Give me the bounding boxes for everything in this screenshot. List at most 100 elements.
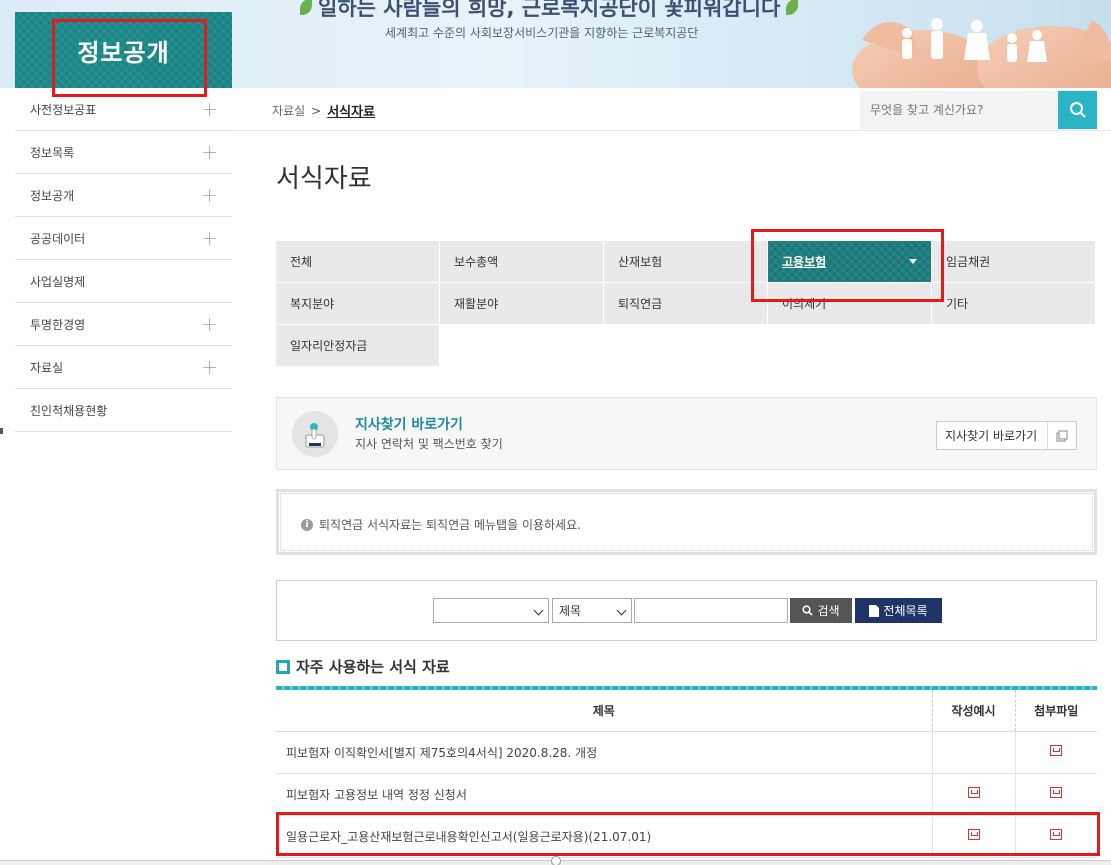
tab-all[interactable]: 전체	[276, 241, 440, 283]
keyword-input[interactable]	[634, 598, 788, 623]
branch-finder-icon	[292, 411, 338, 457]
site-search-input[interactable]	[860, 91, 1058, 129]
plus-icon[interactable]: +	[201, 228, 218, 248]
section-logo[interactable]: 정보공개	[15, 12, 232, 88]
slogan-text: 일하는 사람들의 희망, 근로복지공단이 꽃피워갑니다	[318, 0, 781, 20]
table-row: 피보험자 고용정보 내역 정정 신청서	[276, 773, 1097, 816]
sidebar-item-label: 사전정보공표	[30, 102, 97, 117]
square-bullet-icon	[276, 659, 290, 674]
notice-box: i 퇴직연금 서식자료는 퇴직연금 메뉴탭을 이용하세요.	[276, 489, 1097, 555]
attachment-cell	[1014, 731, 1097, 774]
sidebar-item-project-real-name[interactable]: 사업실명제	[15, 260, 232, 303]
plus-icon[interactable]: +	[201, 357, 218, 377]
chevron-down-icon	[533, 605, 544, 616]
breadcrumb-current[interactable]: 서식자료	[327, 101, 375, 120]
form-search-panel: 제목 검색 전체목록	[276, 580, 1097, 641]
sidebar-item-label: 투명한경영	[30, 317, 86, 332]
sidebar-item-label: 정보목록	[30, 145, 75, 160]
breadcrumb-separator: >	[311, 103, 322, 118]
branch-finder-box: 지사찾기 바로가기 지사 연락처 및 팩스번호 찾기 지사찾기 바로가기	[276, 397, 1097, 470]
example-cell	[931, 815, 1015, 858]
breadcrumb: 자료실 > 서식자료	[272, 101, 375, 121]
attachment-cell	[1014, 815, 1097, 858]
sidebar-item-label: 공공데이터	[30, 231, 86, 246]
info-icon: i	[301, 518, 313, 531]
site-header: 일하는 사람들의 희망, 근로복지공단이 꽃피워갑니다 세계최고 수준의 사회보…	[0, 0, 1111, 88]
tab-etc[interactable]: 기타	[932, 283, 1096, 325]
sidebar-item-label: 자료실	[30, 360, 64, 375]
full-list-button[interactable]: 전체목록	[855, 598, 942, 623]
example-cell	[931, 731, 1015, 774]
file-download-icon[interactable]	[1050, 745, 1063, 756]
field-select[interactable]: 제목	[552, 598, 632, 623]
notice-text: 퇴직연금 서식자료는 퇴직연금 메뉴탭을 이용하세요.	[319, 518, 581, 532]
page-title: 서식자료	[276, 164, 372, 194]
search-button-label: 검색	[817, 604, 840, 618]
sidebar-item-label: 사업실명제	[30, 274, 86, 289]
sidebar-item-info-disclosure[interactable]: 정보공개 +	[15, 174, 232, 217]
chevron-down-icon	[616, 605, 627, 616]
example-download-icon[interactable]	[967, 829, 980, 840]
leaf-icon	[786, 0, 799, 15]
tab-industrial-accident[interactable]: 산재보험	[604, 241, 768, 283]
attachment-cell	[1014, 773, 1097, 816]
search-icon	[802, 605, 814, 616]
caret-down-icon	[909, 259, 917, 264]
plus-icon[interactable]: +	[201, 314, 218, 334]
form-title-link[interactable]: 일용근로자_고용산재보험근로내용확인신고서(일용근로자용)(21.07.01)	[276, 815, 932, 858]
plus-icon[interactable]: +	[201, 185, 218, 205]
file-download-icon[interactable]	[1050, 787, 1063, 798]
slogan: 일하는 사람들의 희망, 근로복지공단이 꽃피워갑니다	[300, 0, 799, 22]
branch-finder-button[interactable]: 지사찾기 바로가기	[936, 421, 1077, 450]
scroll-handle[interactable]	[551, 856, 561, 865]
file-download-icon[interactable]	[1050, 829, 1063, 840]
category-select[interactable]	[433, 598, 549, 623]
forms-table: 제목 작성예시 첨부파일 피보험자 이직확인서[별지 제75호의4서식] 202…	[276, 690, 1097, 858]
new-window-icon	[1048, 430, 1076, 442]
search-icon	[1069, 102, 1086, 118]
tab-wage-claim[interactable]: 임금채권	[932, 241, 1096, 283]
full-list-button-label: 전체목록	[883, 604, 928, 618]
form-title-link[interactable]: 피보험자 고용정보 내역 정정 신청서	[276, 773, 932, 816]
sidebar: 사전정보공표 + 정보목록 + 정보공개 + 공공데이터 + 사업실명제 투명한경영 + …	[15, 88, 232, 432]
sidebar-item-transparent-management[interactable]: 투명한경영 +	[15, 303, 232, 346]
search-button[interactable]: 검색	[790, 598, 852, 623]
sidebar-item-label: 친인척채용현황	[30, 403, 108, 418]
column-header-title: 제목	[276, 690, 932, 732]
category-tabs: 전체 보수총액 산재보험 고용보험 임금채권 복지분야 재활분야 퇴직연금 이의…	[276, 241, 1098, 367]
sidebar-item-relative-hiring[interactable]: 친인척채용현황	[15, 389, 232, 432]
subslogan: 세계최고 수준의 사회보장서비스기관을 지향하는 근로복지공단	[385, 26, 699, 40]
tab-rehabilitation[interactable]: 재활분야	[440, 283, 604, 325]
sidebar-item-label: 정보공개	[30, 188, 75, 203]
table-row: 일용근로자_고용산재보험근로내용확인신고서(일용근로자용)(21.07.01)	[276, 815, 1097, 858]
plus-icon[interactable]: +	[201, 142, 218, 162]
table-header-row: 제목 작성예시 첨부파일	[276, 690, 1097, 732]
example-download-icon[interactable]	[967, 787, 980, 798]
leaf-icon	[300, 0, 312, 15]
tab-job-stabilization-fund[interactable]: 일자리안정자금	[276, 325, 440, 367]
plus-icon[interactable]: +	[201, 99, 218, 119]
column-header-example: 작성예시	[931, 690, 1015, 732]
family-hands-image	[852, 18, 1111, 88]
section-logo-text: 정보공개	[77, 38, 170, 67]
section-title: 자주 사용하는 서식 자료	[276, 656, 450, 677]
section-title-text: 자주 사용하는 서식 자료	[296, 658, 450, 676]
branch-finder-subtitle: 지사 연락처 및 팩스번호 찾기	[355, 437, 503, 451]
tab-objection[interactable]: 이의제기	[768, 283, 932, 325]
tab-retirement-pension[interactable]: 퇴직연금	[604, 283, 768, 325]
form-title-link[interactable]: 피보험자 이직확인서[별지 제75호의4서식] 2020.8.28. 개정	[276, 731, 932, 774]
sidebar-item-public-data[interactable]: 공공데이터 +	[15, 217, 232, 260]
branch-finder-button-label: 지사찾기 바로가기	[937, 422, 1048, 449]
tab-label: 고용보험	[782, 255, 827, 269]
field-select-value: 제목	[559, 604, 582, 618]
branch-finder-title[interactable]: 지사찾기 바로가기	[355, 414, 463, 434]
tab-welfare[interactable]: 복지분야	[276, 283, 440, 325]
column-header-attachment: 첨부파일	[1014, 690, 1097, 732]
sidebar-item-library[interactable]: 자료실 +	[15, 346, 232, 389]
sidebar-item-prior-disclosure[interactable]: 사전정보공표 +	[15, 88, 232, 131]
breadcrumb-parent[interactable]: 자료실	[272, 102, 305, 119]
tab-total-pay[interactable]: 보수총액	[440, 241, 604, 283]
site-search-button[interactable]	[1058, 91, 1097, 129]
tab-employment-insurance[interactable]: 고용보험	[768, 241, 932, 283]
sidebar-item-info-list[interactable]: 정보목록 +	[15, 131, 232, 174]
